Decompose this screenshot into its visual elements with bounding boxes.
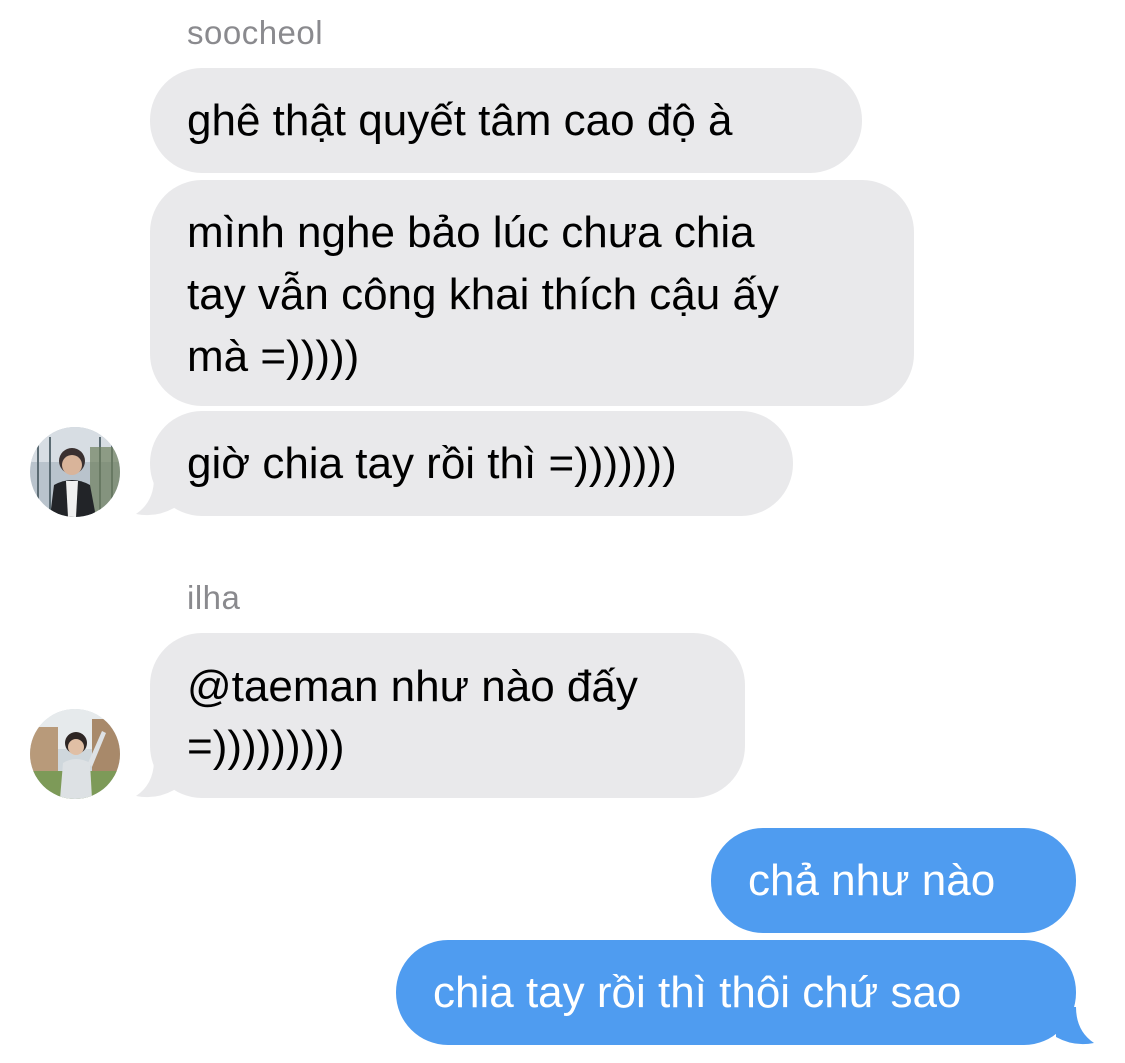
message-text-line: mình nghe bảo lúc chưa chia xyxy=(187,208,755,257)
message-bubble-outgoing[interactable]: chả như nào xyxy=(711,828,1076,933)
sender-name-soocheol: soocheol xyxy=(187,14,324,51)
message-text: chả như nào xyxy=(748,856,996,905)
message-text: chia tay rồi thì thôi chứ sao xyxy=(433,968,962,1017)
message-text-line: tay vẫn công khai thích cậu ấy xyxy=(187,270,779,319)
message-text-line: @taeman như nào đấy xyxy=(187,662,638,711)
message-bubble-incoming[interactable]: ghê thật quyết tâm cao độ à xyxy=(150,68,862,173)
message-text: ghê thật quyết tâm cao độ à xyxy=(187,96,733,145)
message-bubble-incoming[interactable]: mình nghe bảo lúc chưa chia tay vẫn công… xyxy=(150,180,914,406)
avatar-soocheol[interactable] xyxy=(30,427,120,517)
bubble-tail-incoming xyxy=(136,478,174,516)
message-text: giờ chia tay rồi thì =))))))) xyxy=(187,439,677,488)
bubble-tail-incoming xyxy=(136,760,174,798)
avatar-ilha[interactable] xyxy=(30,709,120,799)
message-bubble-incoming[interactable]: @taeman như nào đấy =))))))))) xyxy=(150,633,745,798)
message-text-line: =))))))))) xyxy=(187,722,345,771)
message-bubble-incoming[interactable]: giờ chia tay rồi thì =))))))) xyxy=(150,411,793,516)
bubble-tail-outgoing xyxy=(1056,1007,1094,1045)
message-text-line: mà =))))) xyxy=(187,332,360,381)
avatar2-icon xyxy=(30,709,120,799)
message-bubble-outgoing[interactable]: chia tay rồi thì thôi chứ sao xyxy=(396,940,1076,1045)
sender-name-ilha: ilha xyxy=(187,579,241,616)
avatar1-icon xyxy=(30,427,120,517)
